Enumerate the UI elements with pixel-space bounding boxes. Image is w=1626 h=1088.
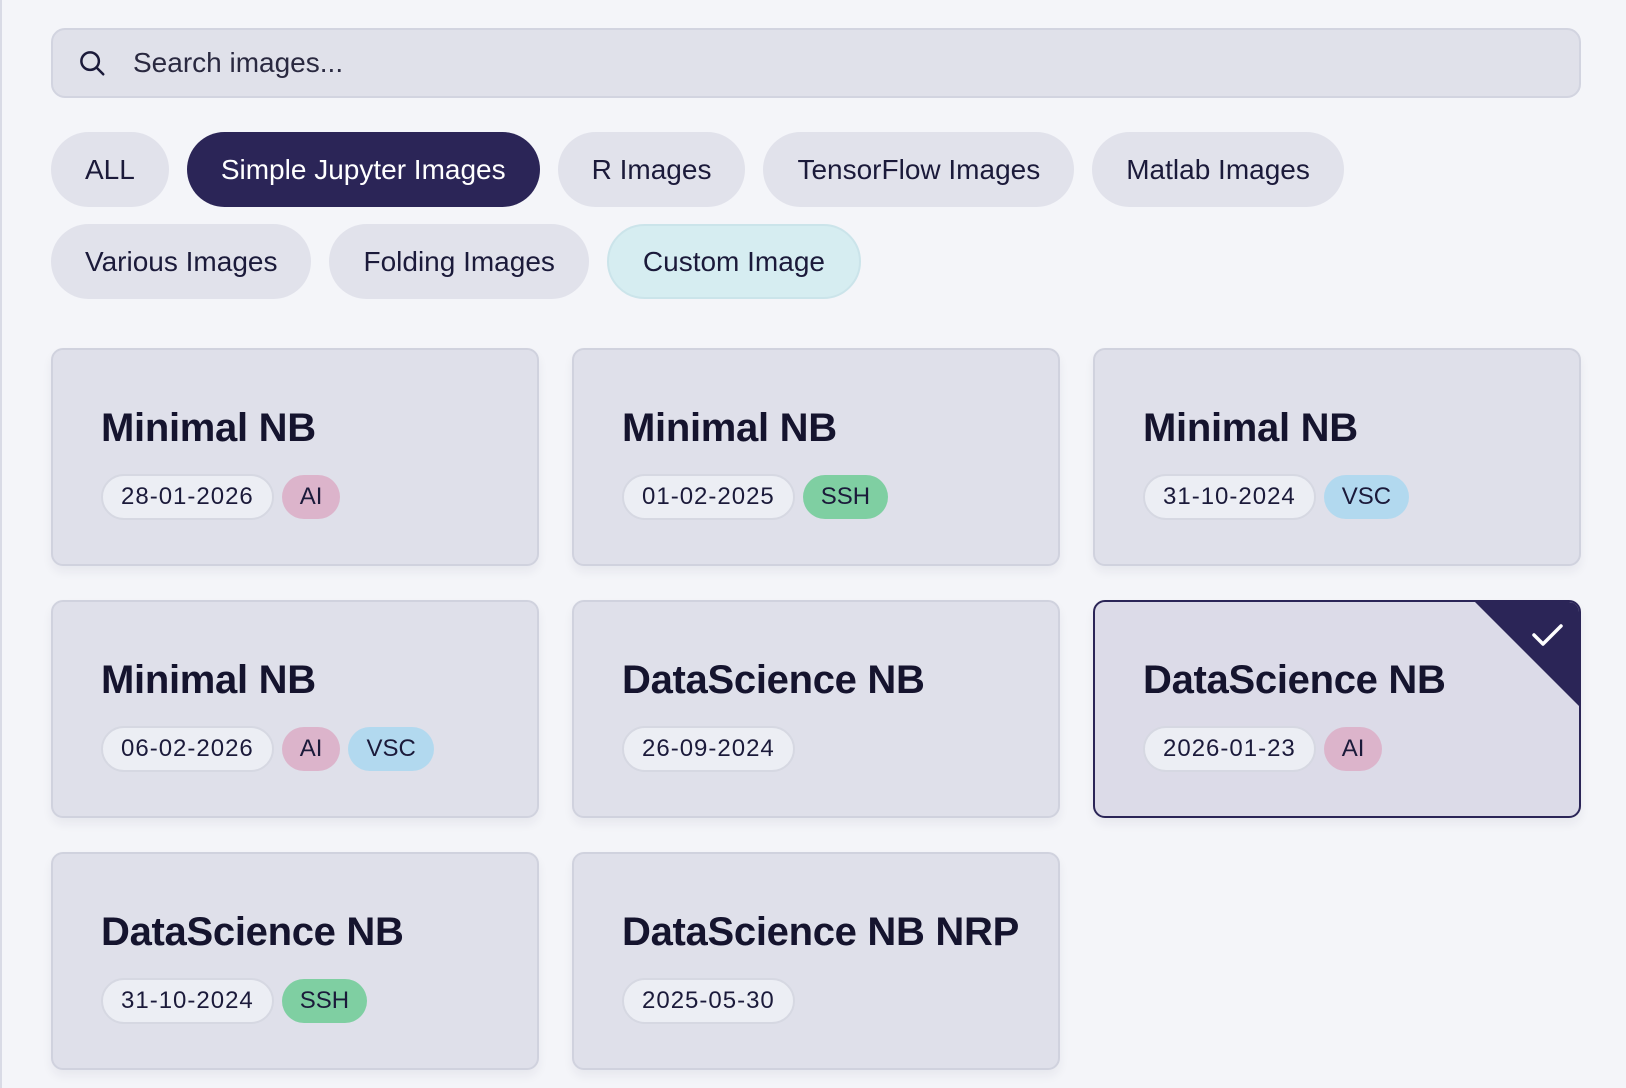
filter-chip-simple-jupyter-images[interactable]: Simple Jupyter Images bbox=[186, 132, 540, 207]
card-title: Minimal NB bbox=[622, 406, 837, 450]
image-card[interactable]: Minimal NB 28-01-2026 AI bbox=[51, 348, 539, 566]
date-badge: 2026-01-23 bbox=[1143, 726, 1316, 772]
card-tags: 28-01-2026 AI bbox=[101, 474, 341, 520]
card-title: Minimal NB bbox=[101, 406, 316, 450]
tag-ssh: SSH bbox=[802, 475, 889, 519]
tag-ai: AI bbox=[281, 475, 341, 519]
tag-ssh: SSH bbox=[281, 979, 368, 1023]
filter-chip-matlab-images[interactable]: Matlab Images bbox=[1092, 132, 1344, 207]
tag-vsc: VSC bbox=[1323, 475, 1410, 519]
search-icon bbox=[80, 51, 105, 76]
filter-row-1: ALL Simple Jupyter Images R Images Tenso… bbox=[51, 132, 1581, 207]
card-title: DataScience NB NRP bbox=[622, 910, 1019, 954]
date-badge: 2025-05-30 bbox=[622, 978, 795, 1024]
filter-chip-custom-image[interactable]: Custom Image bbox=[606, 224, 861, 299]
card-tags: 06-02-2026 AI VSC bbox=[101, 726, 434, 772]
filter-chip-various-images[interactable]: Various Images bbox=[51, 224, 312, 299]
image-card[interactable]: DataScience NB 26-09-2024 bbox=[572, 600, 1060, 818]
date-badge: 28-01-2026 bbox=[101, 474, 274, 520]
selected-corner bbox=[1475, 602, 1579, 706]
date-badge: 01-02-2025 bbox=[622, 474, 795, 520]
category-filters: ALL Simple Jupyter Images R Images Tenso… bbox=[51, 132, 1581, 316]
date-badge: 31-10-2024 bbox=[101, 978, 274, 1024]
image-card-selected[interactable]: DataScience NB 2026-01-23 AI bbox=[1093, 600, 1581, 818]
filter-chip-tensorflow-images[interactable]: TensorFlow Images bbox=[763, 132, 1075, 207]
image-card[interactable]: Minimal NB 31-10-2024 VSC bbox=[1093, 348, 1581, 566]
filter-chip-folding-images[interactable]: Folding Images bbox=[329, 224, 589, 299]
image-card[interactable]: DataScience NB NRP 2025-05-30 bbox=[572, 852, 1060, 1070]
card-tags: 2025-05-30 bbox=[622, 978, 795, 1024]
left-border bbox=[0, 0, 2, 1088]
filter-chip-all[interactable]: ALL bbox=[51, 132, 169, 207]
tag-vsc: VSC bbox=[348, 727, 434, 771]
date-badge: 06-02-2026 bbox=[101, 726, 274, 772]
card-tags: 26-09-2024 bbox=[622, 726, 795, 772]
card-title: DataScience NB bbox=[1143, 658, 1446, 702]
card-title: Minimal NB bbox=[101, 658, 316, 702]
card-title: DataScience NB bbox=[101, 910, 404, 954]
image-card[interactable]: Minimal NB 06-02-2026 AI VSC bbox=[51, 600, 539, 818]
check-icon bbox=[1532, 624, 1563, 646]
filter-chip-r-images[interactable]: R Images bbox=[557, 132, 746, 207]
card-title: Minimal NB bbox=[1143, 406, 1358, 450]
search-bar[interactable] bbox=[51, 28, 1581, 98]
card-tags: 31-10-2024 SSH bbox=[101, 978, 368, 1024]
date-badge: 31-10-2024 bbox=[1143, 474, 1316, 520]
card-tags: 2026-01-23 AI bbox=[1143, 726, 1383, 772]
tag-ai: AI bbox=[281, 727, 341, 771]
date-badge: 26-09-2024 bbox=[622, 726, 795, 772]
search-input[interactable] bbox=[133, 47, 1433, 79]
image-card[interactable]: Minimal NB 01-02-2025 SSH bbox=[572, 348, 1060, 566]
filter-row-2: Various Images Folding Images Custom Ima… bbox=[51, 224, 1581, 299]
card-tags: 31-10-2024 VSC bbox=[1143, 474, 1410, 520]
card-title: DataScience NB bbox=[622, 658, 925, 702]
tag-ai: AI bbox=[1323, 727, 1383, 771]
card-tags: 01-02-2025 SSH bbox=[622, 474, 889, 520]
image-card[interactable]: DataScience NB 31-10-2024 SSH bbox=[51, 852, 539, 1070]
